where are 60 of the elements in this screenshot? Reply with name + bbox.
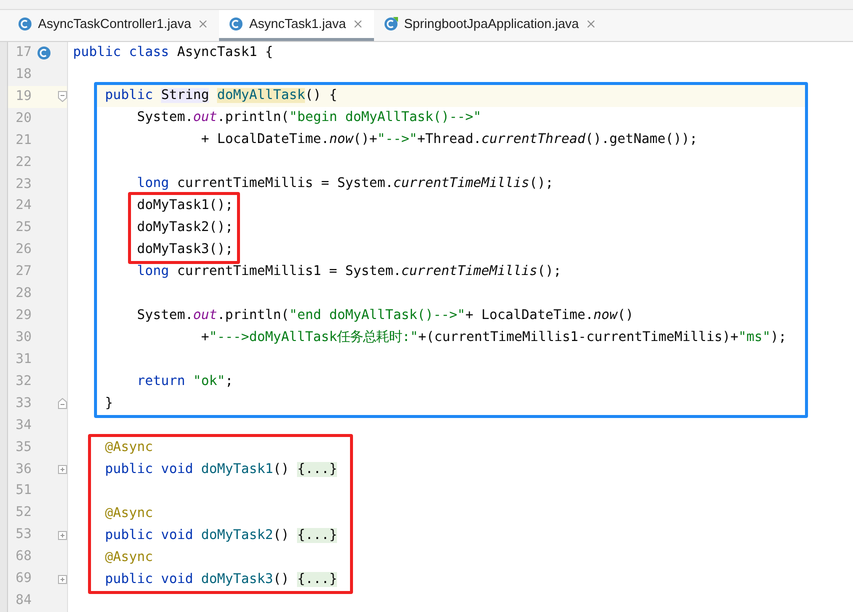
spring-class-icon	[384, 17, 398, 31]
code-line: + LocalDateTime.now()+"-->"+Thread.currentThread().getName());	[200, 131, 698, 150]
code-line: System.out.println("end doMyAllTask()-->"+ LocalDateTime.now()	[136, 307, 634, 326]
code-line: return "ok";	[136, 373, 234, 392]
code-line: @Async	[104, 504, 154, 523]
code-line: @Async	[104, 548, 154, 567]
close-icon[interactable]	[197, 18, 210, 30]
fold-marker-icon[interactable]	[58, 91, 67, 102]
line-number: 34	[14, 416, 32, 435]
line-number: 23	[14, 176, 32, 194]
class-icon	[18, 17, 32, 31]
close-icon[interactable]	[352, 18, 364, 30]
code-line: }	[104, 395, 114, 414]
line-number: 52	[14, 504, 32, 522]
code-line: doMyTask1();	[136, 197, 234, 216]
code-line: public void doMyTask3() {...}	[104, 570, 338, 589]
code-line: System.out.println("begin doMyAllTask()-->"	[136, 109, 482, 128]
line-number: 27	[14, 263, 32, 282]
line-number: 20	[14, 110, 32, 128]
expand-icon[interactable]	[58, 530, 67, 540]
line-number: 17	[14, 44, 32, 62]
line-number: 69	[14, 570, 32, 588]
editor-tab[interactable]: AsyncTaskController1.java	[8, 10, 220, 41]
code-line: doMyTask3();	[136, 241, 234, 260]
line-number: 19	[14, 88, 32, 106]
expand-icon[interactable]	[58, 574, 67, 584]
code-line: long currentTimeMillis1 = System.currentTimeMillis();	[136, 263, 562, 282]
line-number: 68	[14, 548, 32, 566]
line-number: 24	[14, 197, 32, 216]
code-line: long currentTimeMillis = System.currentTimeMillis();	[136, 175, 554, 194]
line-number: 30	[14, 328, 32, 347]
line-number: 51	[14, 482, 32, 500]
line-number: 31	[14, 350, 32, 369]
line-number: 84	[14, 592, 32, 610]
line-number: 21	[14, 132, 32, 150]
close-icon[interactable]	[584, 18, 597, 30]
code-line: @Async	[104, 438, 154, 457]
line-number: 29	[14, 307, 32, 326]
expand-icon[interactable]	[58, 464, 67, 474]
line-number: 33	[14, 394, 32, 413]
line-number: 35	[14, 438, 32, 457]
code-line: public void doMyTask2() {...}	[104, 526, 338, 545]
code-line: +"--->doMyAllTask任务总耗时:"+(currentTimeMillis1-currentTimeMillis)+"ms");	[200, 329, 786, 348]
code-line: public void doMyTask1() {...}	[104, 460, 338, 479]
line-number: 28	[14, 285, 32, 304]
line-number: 32	[14, 372, 32, 391]
fold-marker-icon[interactable]	[58, 398, 67, 410]
line-number: 53	[14, 526, 32, 544]
code-line: public class AsyncTask1 {	[73, 44, 274, 62]
line-number: 36	[14, 460, 32, 478]
editor-tab[interactable]: SpringbootJpaApplication.java	[374, 10, 607, 41]
line-number: 22	[14, 154, 32, 172]
line-number: 18	[14, 66, 32, 84]
editor-tab[interactable]: AsyncTask1.java	[219, 10, 374, 41]
code-line: doMyTask2();	[136, 219, 234, 238]
code-line: public String doMyAllTask() {	[104, 87, 338, 106]
class-icon	[37, 46, 52, 60]
class-icon	[229, 17, 244, 31]
line-number: 25	[14, 219, 32, 238]
line-number: 26	[14, 241, 32, 260]
